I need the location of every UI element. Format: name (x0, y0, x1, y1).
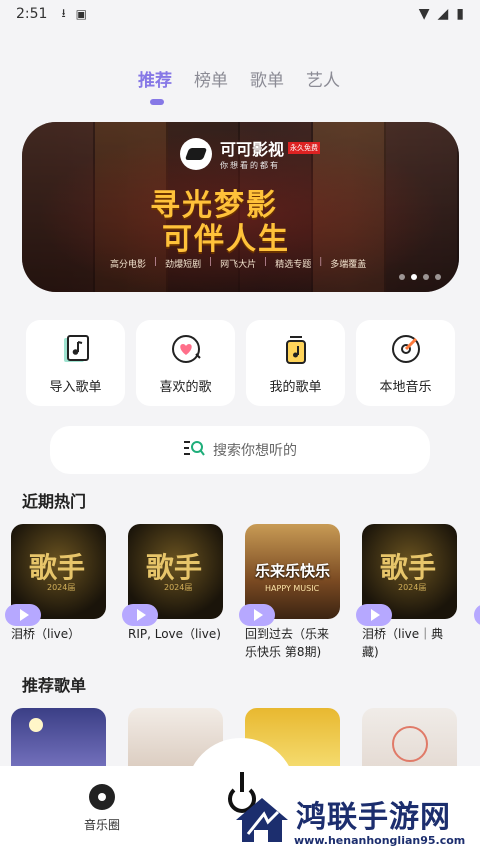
local-music-label: 本地音乐 (379, 379, 432, 395)
watermark-url: www.henanhonglian95.com (294, 834, 466, 847)
hot-item-title: 泪桥（live） (11, 627, 81, 641)
banner-headline-2: 可伴人生 (162, 222, 290, 257)
cover-title: 乐来乐快乐 (255, 562, 331, 580)
play-icon (136, 609, 146, 621)
search-icon (183, 439, 205, 461)
cover-subtitle: 2024届 (164, 583, 193, 592)
app-notification-icon: ▣ (75, 7, 87, 21)
hot-item[interactable]: 歌手 2024届 RIP, Love（live) (122, 524, 223, 661)
hot-item-title: 泪桥（live｜典藏) (362, 627, 444, 659)
play-icon (253, 609, 263, 621)
banner-page-dot[interactable] (399, 274, 405, 280)
cover-title: 歌手 (146, 551, 203, 584)
next-play-button-peek[interactable] (474, 604, 480, 626)
top-tabs: 推荐 榜单 歌单 艺人 (138, 66, 340, 91)
active-tab-indicator (150, 99, 164, 105)
tab-artists[interactable]: 艺人 (306, 66, 340, 91)
status-time: 2:51 (16, 6, 48, 22)
cover-subtitle: 2024届 (47, 583, 76, 592)
cover-subtitle: 2024届 (398, 583, 427, 592)
hot-item[interactable]: 歌手 2024届 泪桥（live｜典藏) (356, 524, 457, 661)
watermark: 鸿联手游网 www.henanhonglian95.com (228, 790, 480, 852)
banner-feature: 网飞大片 (220, 260, 257, 270)
play-button[interactable] (5, 604, 41, 626)
play-icon (370, 609, 380, 621)
banner-features: 高分电影 | 劲爆短剧 | 网飞大片 | 精选专题 | 多端覆盖 (110, 257, 367, 270)
recommended-title: 推荐歌单 (22, 676, 87, 695)
quick-actions: 导入歌单 喜欢的歌 我的歌单 本地音乐 (26, 320, 455, 406)
tab-recommend[interactable]: 推荐 (138, 66, 172, 91)
recent-hot-title: 近期热门 (22, 492, 87, 511)
banner-feature: 多端覆盖 (330, 260, 367, 270)
cover-subtitle: HAPPY MUSIC (265, 584, 320, 593)
promo-banner[interactable]: 可可影视 永久免费 你想看的都有 寻光梦影 可伴人生 高分电影 | 劲爆短剧 | 网… (22, 122, 459, 292)
banner-feature: 精选专题 (275, 260, 312, 270)
banner-feature: 高分电影 (110, 260, 147, 270)
brand-logo-icon (180, 137, 212, 170)
tab-playlists[interactable]: 歌单 (250, 66, 284, 91)
banner-page-dot[interactable] (435, 274, 441, 280)
signal-icon: ◢ (437, 6, 449, 22)
search-bar[interactable]: 搜索你想听的 (50, 426, 430, 474)
local-music-button[interactable]: 本地音乐 (356, 320, 455, 406)
cover-title: 歌手 (29, 551, 86, 584)
wifi-icon: ▼ (418, 6, 430, 22)
import-playlist-button[interactable]: 导入歌单 (26, 320, 125, 406)
banner-slogan: 你想看的都有 (220, 161, 280, 170)
hot-item-title: RIP, Love（live) (128, 627, 221, 641)
watermark-logo-icon (236, 798, 288, 842)
banner-page-dot[interactable] (411, 274, 417, 280)
liked-songs-label: 喜欢的歌 (159, 379, 212, 395)
banner-tag: 永久免费 (288, 142, 321, 154)
nav-music-circle-label: 音乐圈 (84, 818, 121, 832)
my-playlist-button[interactable]: 我的歌单 (246, 320, 345, 406)
recent-hot-list: 歌手 2024届 泪桥（live） 歌手 2024届 RIP, Love（liv… (5, 524, 457, 661)
liked-songs-button[interactable]: 喜欢的歌 (136, 320, 235, 406)
nav-music-circle[interactable]: 音乐圈 (84, 784, 120, 833)
banner-brand: 可可影视 (220, 140, 285, 159)
my-playlist-icon (279, 332, 313, 366)
banner-feature: 劲爆短剧 (165, 260, 202, 270)
banner-pagination (399, 274, 441, 280)
disc-icon (89, 784, 115, 810)
local-music-disc-icon (389, 332, 423, 366)
play-button[interactable] (122, 604, 158, 626)
banner-page-dot[interactable] (423, 274, 429, 280)
banner-logo: 可可影视 永久免费 你想看的都有 (180, 136, 321, 171)
heart-music-icon (169, 332, 203, 366)
watermark-name: 鸿联手游网 (296, 800, 451, 835)
hot-item-title: 回到过去（乐来乐快乐 第8期) (245, 627, 330, 659)
play-button[interactable] (239, 604, 275, 626)
my-playlist-label: 我的歌单 (269, 379, 322, 395)
play-icon (19, 609, 29, 621)
search-placeholder: 搜索你想听的 (213, 443, 297, 459)
status-bar: 2:51 ⭳ ▣ ▼ ◢ ▮ (0, 0, 480, 28)
hot-item[interactable]: 乐来乐快乐 HAPPY MUSIC 回到过去（乐来乐快乐 第8期) (239, 524, 340, 661)
import-playlist-label: 导入歌单 (49, 379, 102, 395)
play-button[interactable] (356, 604, 392, 626)
battery-icon: ▮ (456, 6, 464, 22)
cover-title: 歌手 (380, 551, 437, 584)
download-icon: ⭳ (61, 5, 66, 20)
hot-item[interactable]: 歌手 2024届 泪桥（live） (5, 524, 106, 661)
status-right-icons: ▼ ◢ ▮ (419, 6, 464, 22)
import-playlist-icon (59, 332, 93, 366)
tab-charts[interactable]: 榜单 (194, 66, 228, 91)
